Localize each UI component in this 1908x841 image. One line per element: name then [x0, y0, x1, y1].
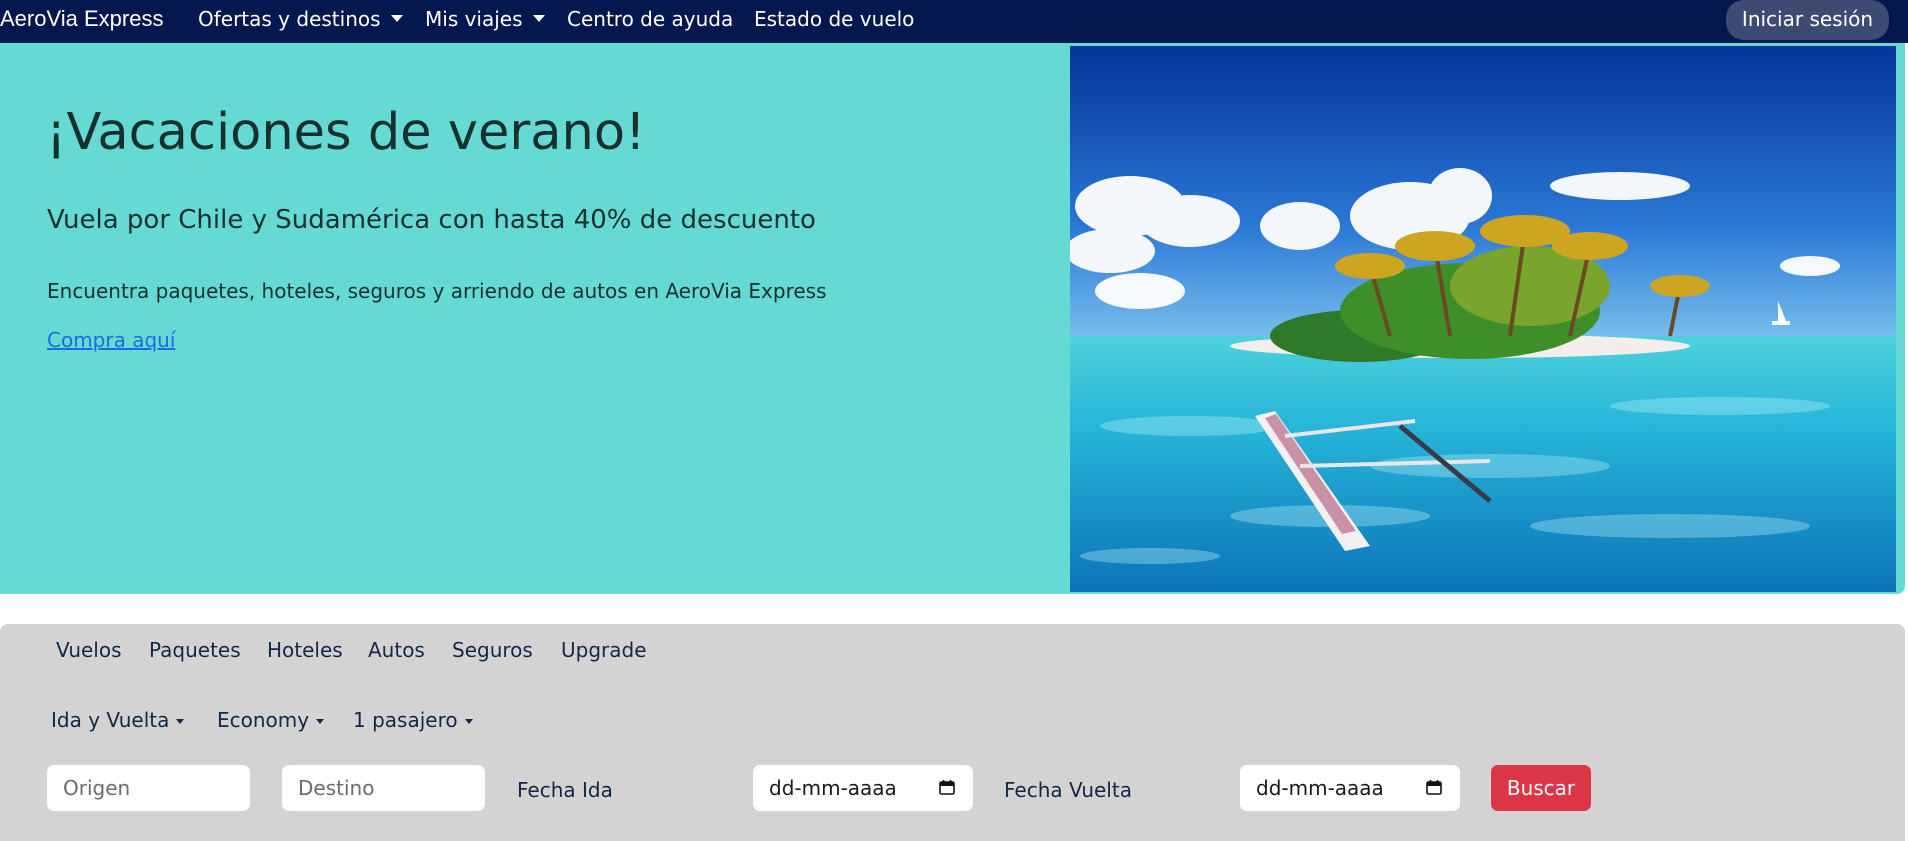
return-date-value: dd-mm-aaaa: [1256, 776, 1384, 800]
buy-here-link[interactable]: Compra aquí: [47, 328, 175, 352]
hero-subtitle: Vuela por Chile y Sudamérica con hasta 4…: [47, 205, 816, 235]
trip-type-label: Ida y Vuelta: [51, 708, 170, 732]
tab-paquetes[interactable]: Paquetes: [149, 638, 241, 662]
brand-logo[interactable]: AeroVia Express: [0, 0, 163, 38]
tab-hoteles[interactable]: Hoteles: [267, 638, 343, 662]
hero-description: Encuentra paquetes, hoteles, seguros y a…: [47, 279, 827, 303]
depart-date-label: Fecha Ida: [517, 778, 613, 802]
nav-mis-viajes-dropdown[interactable]: Mis viajes: [425, 0, 545, 38]
calendar-icon[interactable]: [1426, 779, 1442, 795]
tab-seguros[interactable]: Seguros: [452, 638, 533, 662]
return-date-label: Fecha Vuelta: [1004, 778, 1132, 802]
nav-mis-viajes-label: Mis viajes: [425, 7, 523, 31]
cabin-class-label: Economy: [217, 708, 310, 732]
passengers-dropdown[interactable]: 1 pasajero: [353, 708, 473, 732]
nav-ofertas-dropdown[interactable]: Ofertas y destinos: [198, 0, 403, 38]
caret-down-icon: [464, 719, 473, 724]
caret-down-icon: [176, 719, 185, 724]
calendar-icon[interactable]: [939, 779, 955, 795]
tropical-island-image: [1070, 46, 1896, 592]
tab-vuelos[interactable]: Vuelos: [56, 638, 122, 662]
caret-down-icon: [390, 15, 403, 22]
cabin-class-dropdown[interactable]: Economy: [217, 708, 325, 732]
search-panel: Vuelos Paquetes Hoteles Autos Seguros Up…: [0, 624, 1905, 841]
search-button[interactable]: Buscar: [1491, 765, 1591, 811]
tab-upgrade[interactable]: Upgrade: [561, 638, 647, 662]
nav-ofertas-label: Ofertas y destinos: [198, 7, 381, 31]
caret-down-icon: [316, 719, 325, 724]
login-button[interactable]: Iniciar sesión: [1726, 0, 1889, 40]
depart-date-value: dd-mm-aaaa: [769, 776, 897, 800]
origin-input[interactable]: Origen: [47, 765, 250, 811]
top-navbar: AeroVia Express Ofertas y destinos Mis v…: [0, 0, 1908, 43]
trip-type-dropdown[interactable]: Ida y Vuelta: [51, 708, 185, 732]
destination-input[interactable]: Destino: [282, 765, 485, 811]
caret-down-icon: [532, 15, 545, 22]
depart-date-input[interactable]: dd-mm-aaaa: [753, 765, 973, 811]
passengers-label: 1 pasajero: [353, 708, 458, 732]
nav-estado-vuelo-link[interactable]: Estado de vuelo: [754, 0, 914, 38]
return-date-input[interactable]: dd-mm-aaaa: [1240, 765, 1460, 811]
hero-title: ¡Vacaciones de verano!: [46, 103, 646, 162]
nav-centro-ayuda-link[interactable]: Centro de ayuda: [567, 0, 733, 38]
tab-autos[interactable]: Autos: [368, 638, 425, 662]
